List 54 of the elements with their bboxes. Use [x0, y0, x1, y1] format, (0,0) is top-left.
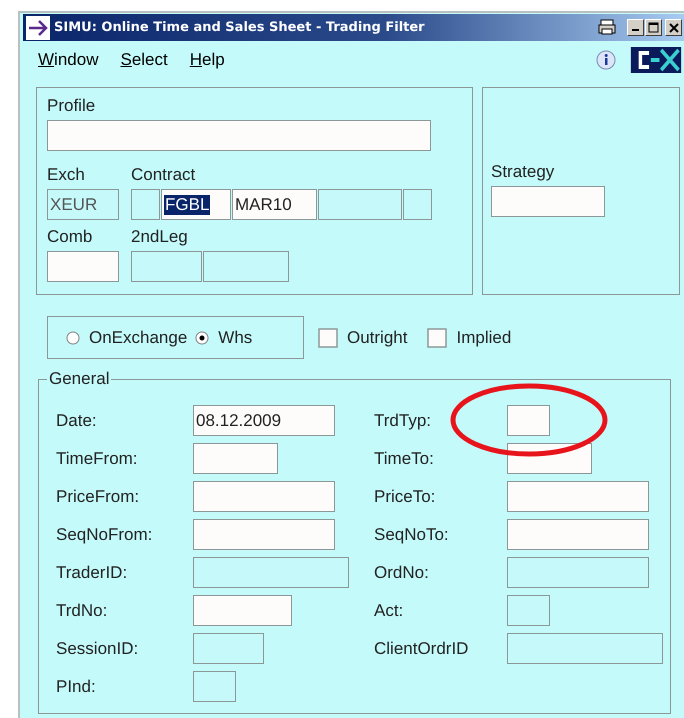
field-label: SeqNoTo: — [374, 524, 450, 544]
field-label: Profile — [47, 96, 96, 116]
field-label: Act: — [374, 600, 404, 620]
field-label: SeqNoFrom: — [56, 524, 154, 544]
field-label: Exch — [47, 165, 86, 185]
input-field[interactable] — [507, 519, 649, 550]
field-label: PriceFrom: — [56, 486, 140, 506]
field-label: TimeFrom: — [56, 448, 139, 468]
radio-button[interactable] — [195, 330, 210, 344]
info-icon[interactable] — [596, 50, 616, 70]
checkbox[interactable] — [318, 328, 338, 348]
window-title: SIMU: Online Time and Sales Sheet - Trading Filter — [54, 20, 426, 35]
input-field[interactable] — [47, 251, 119, 282]
checkbox-label: Implied — [456, 328, 512, 348]
menu-item[interactable]: Help — [190, 50, 225, 70]
field-label: TimeTo: — [374, 448, 435, 468]
maximize-button[interactable] — [645, 19, 662, 36]
field-label: TrdTyp: — [374, 410, 432, 430]
menu-item[interactable]: Select — [120, 50, 168, 70]
radio-label: OnExchange — [89, 328, 188, 348]
field-label: PriceTo: — [374, 486, 436, 506]
field-label: OrdNo: — [374, 562, 430, 582]
input-field[interactable]: MAR10 — [232, 189, 317, 220]
field-label: SessionID: — [56, 638, 140, 658]
field-label: Strategy — [491, 162, 556, 182]
maximize-icon — [648, 22, 659, 33]
radio-label: Whs — [218, 328, 252, 348]
minimize-button[interactable] — [627, 19, 644, 36]
logo-icon — [630, 46, 682, 74]
input-field[interactable] — [193, 595, 292, 626]
input-field[interactable] — [491, 186, 605, 217]
field-label: Date: — [56, 410, 98, 430]
input-field[interactable]: 08.12.2009 — [193, 405, 335, 436]
input-field[interactable] — [193, 481, 335, 512]
input-field[interactable] — [507, 405, 550, 436]
field-label: Contract — [131, 165, 196, 185]
print-icon[interactable] — [598, 19, 616, 36]
field-label: Comb — [47, 227, 94, 247]
close-button[interactable] — [665, 19, 682, 36]
checkbox[interactable] — [427, 328, 448, 348]
field-label: ClientOrdrID — [374, 638, 470, 658]
field-label: 2ndLeg — [131, 227, 189, 247]
radio-button[interactable] — [66, 330, 80, 344]
input-field[interactable] — [507, 481, 649, 512]
input-field[interactable] — [47, 120, 431, 151]
field-label: TrdNo: — [56, 600, 108, 620]
field-label: PInd: — [56, 676, 97, 696]
close-icon — [668, 22, 678, 32]
input-field[interactable]: FGBL — [161, 189, 231, 220]
input-field[interactable] — [193, 443, 278, 474]
input-field[interactable] — [193, 519, 335, 550]
field-label: TraderID: — [56, 562, 128, 582]
checkbox-label: Outright — [347, 328, 408, 348]
menu-item[interactable]: Window — [38, 50, 98, 70]
